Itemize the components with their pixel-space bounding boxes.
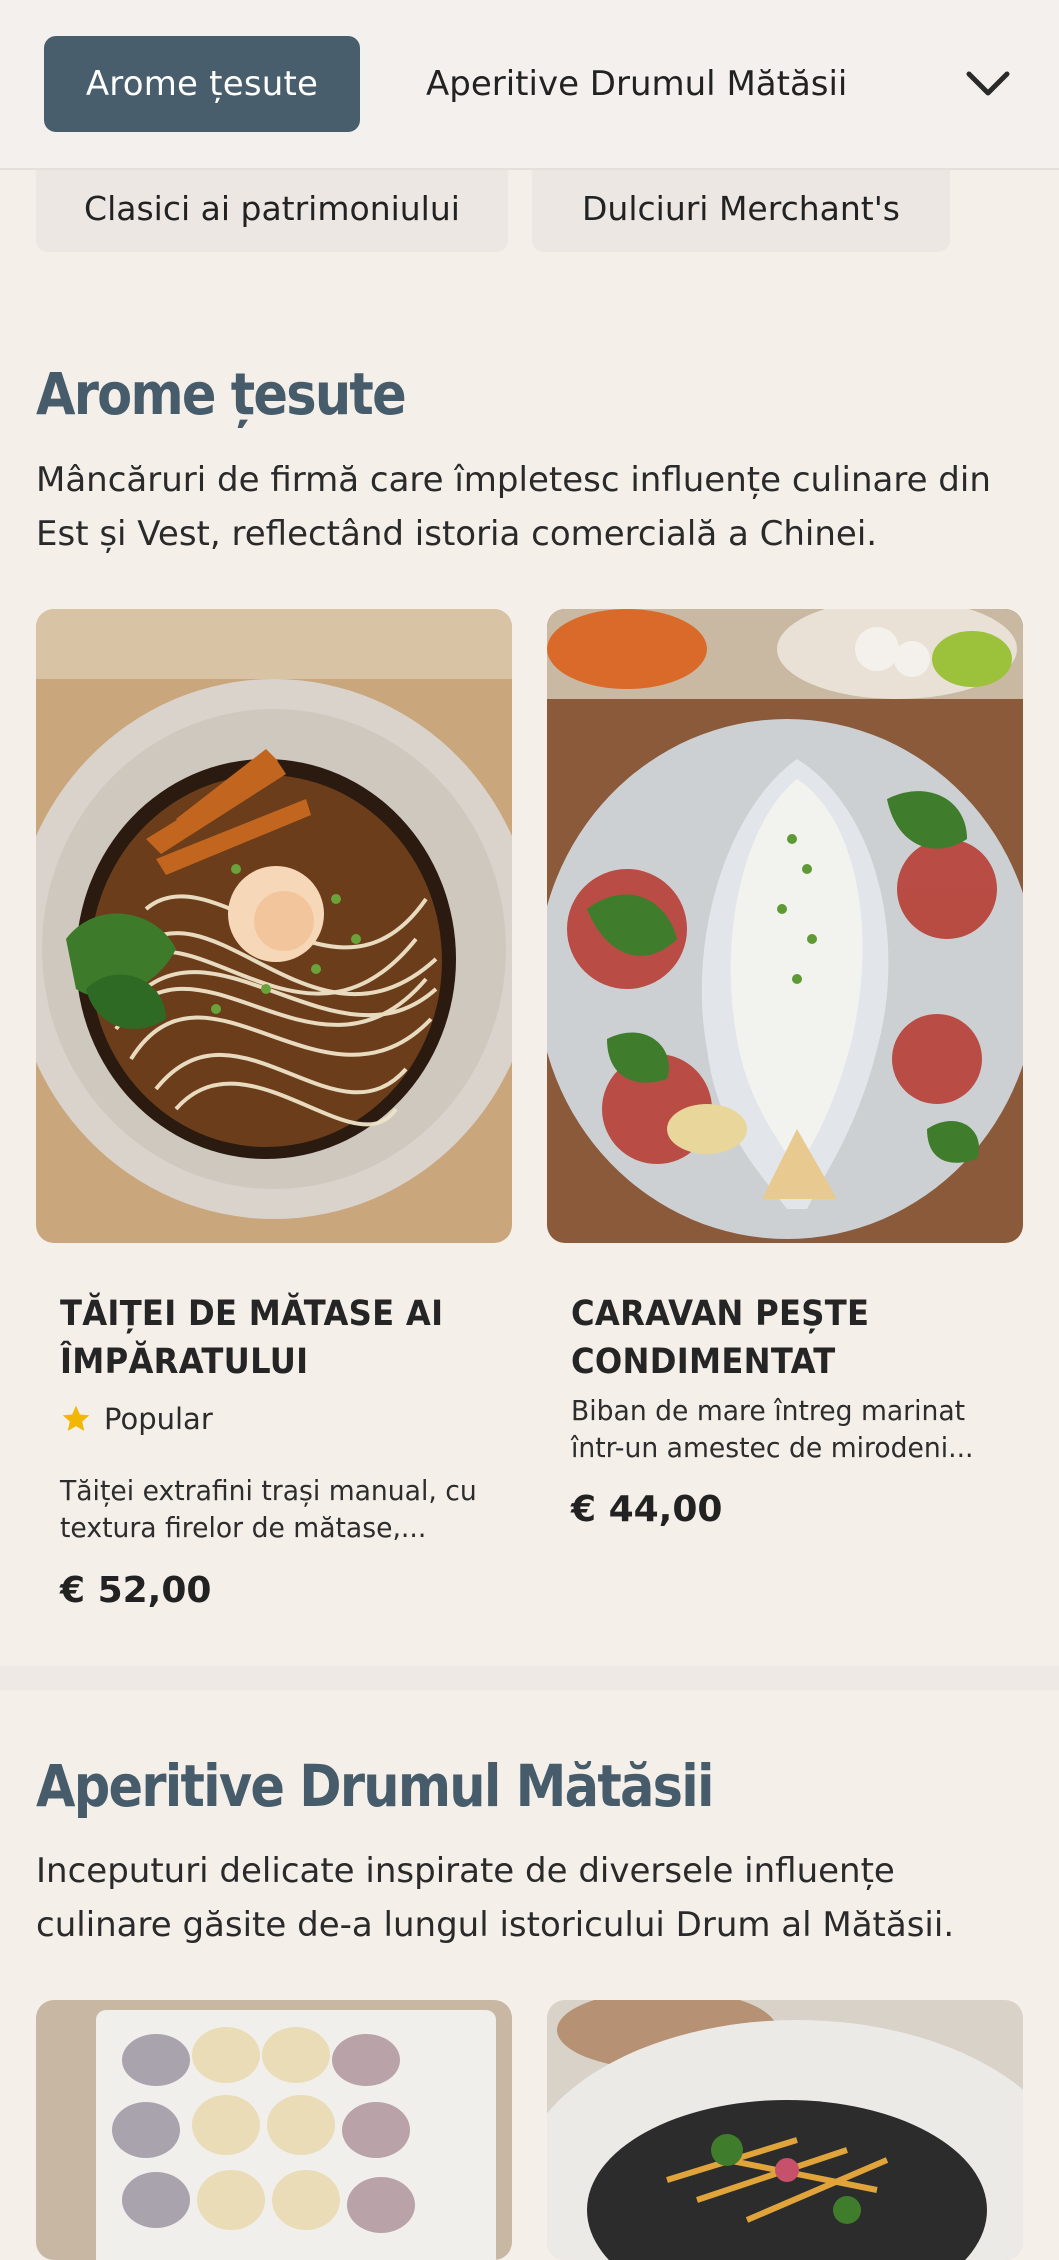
dish-description: Biban de mare întreg marinat într-un ame… [571,1394,974,1464]
category-tab-label: Aperitive Drumul Mătăsii [426,64,848,104]
dish-image-noodles[interactable] [36,609,512,1243]
category-pill-heritage[interactable]: Clasici ai patrimoniului [36,164,508,252]
star-icon [62,1405,90,1431]
category-pill-desserts[interactable]: Dulciuri Merchant's [532,164,950,252]
section-title: Arome țesute [36,360,407,428]
dish-price: € 52,00 [60,1570,212,1611]
dish-name: CARAVAN PEȘTE CONDIMENTAT [571,1294,870,1382]
badge-label: Popular [104,1402,213,1436]
dish-description: Tăiței extrafini trași manual, cu textur… [60,1474,477,1544]
section-description: Inceputuri delicate inspirate de diverse… [36,1851,955,1945]
dish-image-salad[interactable] [547,2000,1023,2260]
noodle-bowl-image [36,609,512,1243]
section-description: Mâncăruri de firmă care împletesc influe… [36,460,991,554]
popular-badge: Popular [60,1402,213,1436]
category-tab-label: Arome țesute [85,64,319,104]
nav-divider [0,168,1059,170]
salad-image [547,2000,1023,2260]
dish-image-dumplings[interactable] [36,2000,512,2260]
dish-name: TĂIȚEI DE MĂTASE AI ÎMPĂRATULUI [60,1294,444,1382]
chevron-down-icon [966,71,1010,96]
dumplings-image [36,2000,512,2260]
dish-price: € 44,00 [571,1489,723,1530]
category-tab-appetizers[interactable]: Aperitive Drumul Mătăsii [400,36,873,132]
section-separator [0,1666,1059,1690]
dish-image-fish[interactable] [547,609,1023,1243]
category-pill-label: Dulciuri Merchant's [582,188,900,228]
category-nav: Arome țesute Aperitive Drumul Mătăsii [0,0,1059,170]
spiced-fish-image [547,609,1023,1243]
category-tab-active[interactable]: Arome țesute [44,36,360,132]
category-pill-label: Clasici ai patrimoniului [84,188,460,228]
section-title: Aperitive Drumul Mătăsii [36,1752,714,1820]
expand-categories-button[interactable] [946,42,1030,126]
